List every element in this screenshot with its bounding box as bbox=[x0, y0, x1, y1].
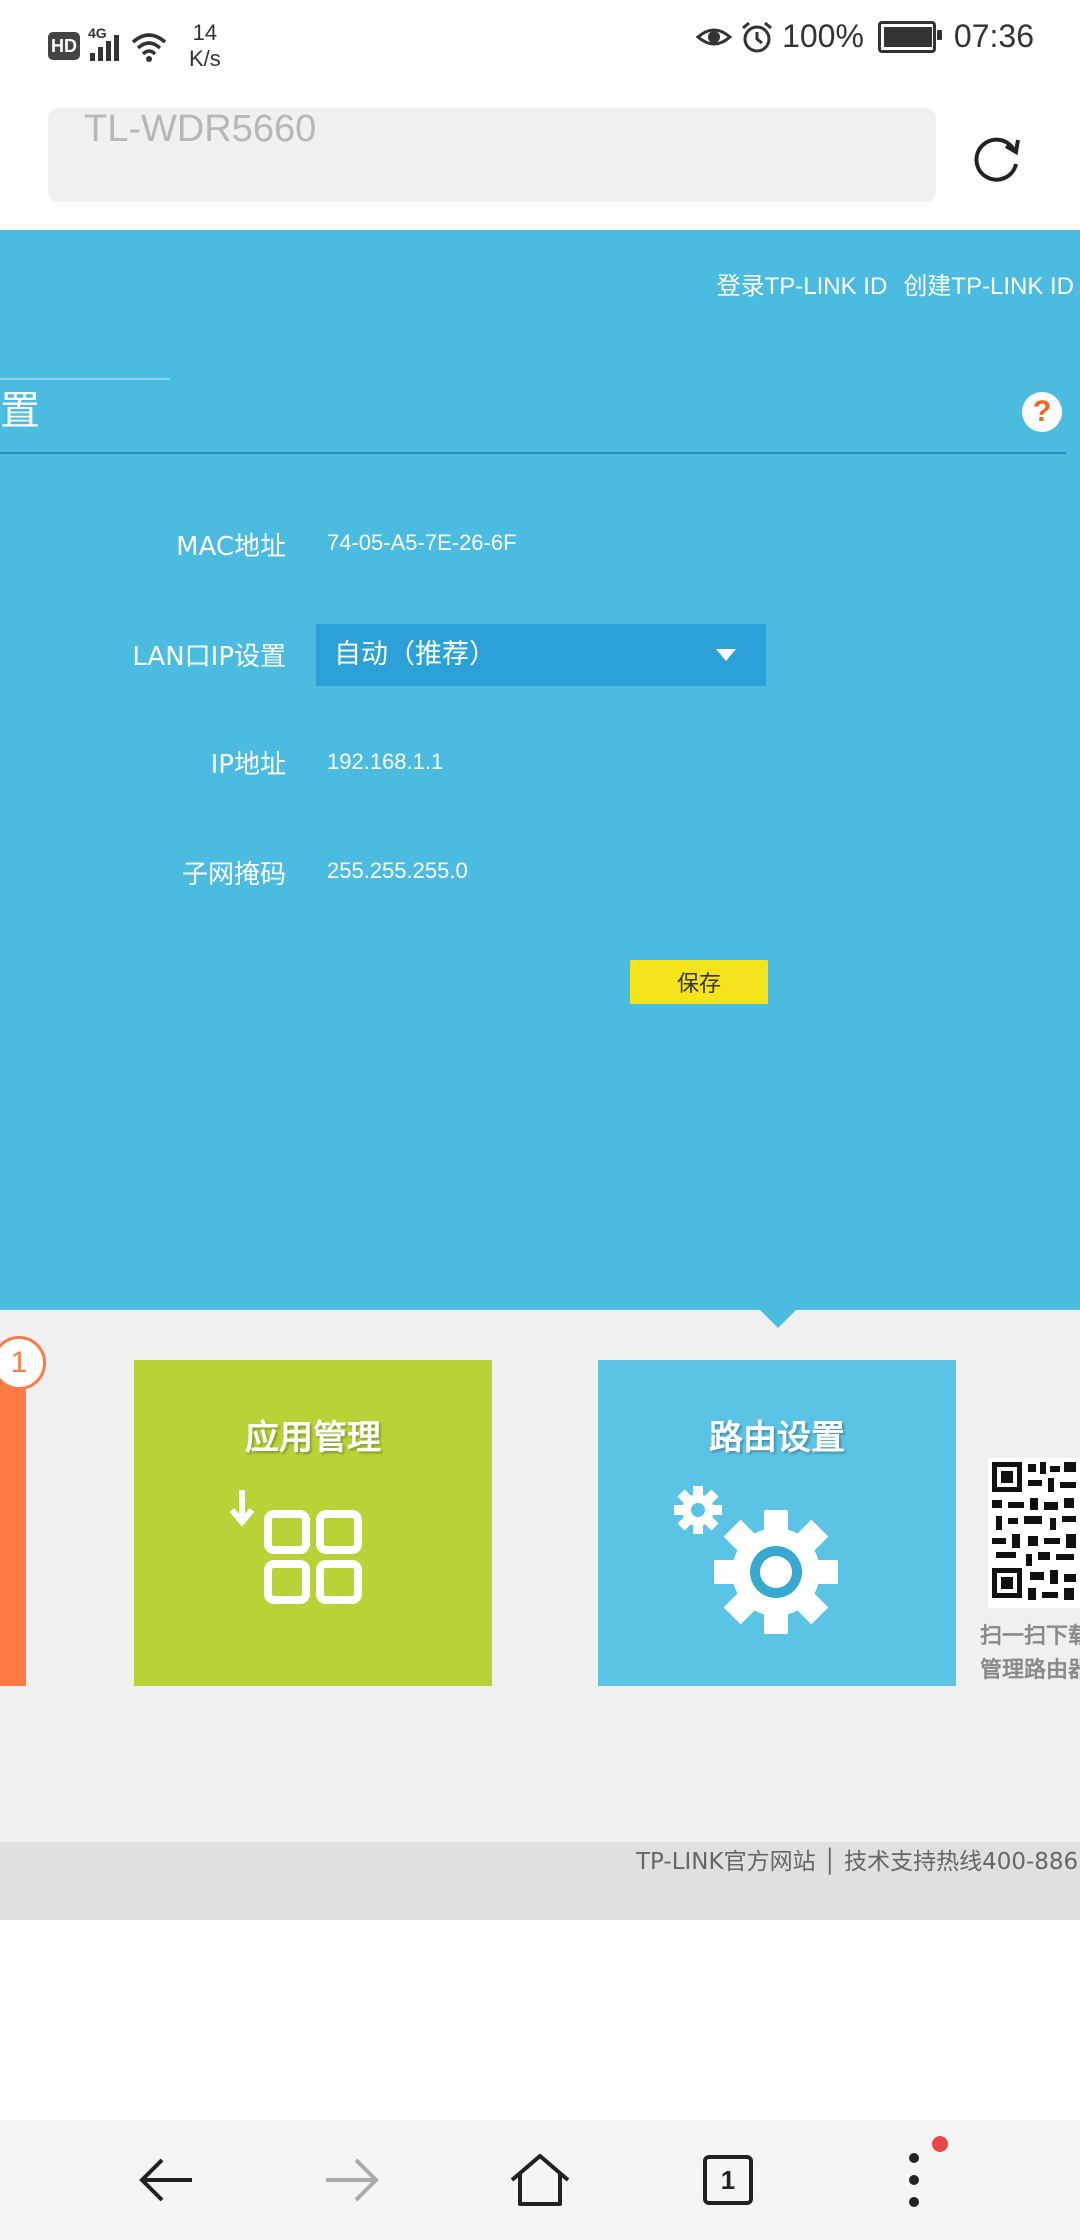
tabs-button[interactable]: 1 bbox=[678, 2130, 778, 2230]
network-speed: 14 K/s bbox=[189, 20, 221, 71]
url-text[interactable]: TL-WDR5660 bbox=[84, 108, 316, 202]
login-link[interactable]: 登录TP-LINK ID bbox=[717, 266, 888, 301]
lan-ip-select[interactable]: 自动（推荐） bbox=[316, 624, 766, 686]
tile-router-settings[interactable]: 路由设置 bbox=[598, 1360, 956, 1686]
eye-comfort-icon bbox=[696, 28, 733, 45]
hd-icon: HD bbox=[48, 32, 80, 60]
chevron-down-icon bbox=[716, 649, 736, 661]
back-button[interactable] bbox=[116, 2130, 216, 2230]
qr-caption: 扫一扫下载 管理路由器 bbox=[980, 1624, 1080, 1683]
arrow-left-icon bbox=[139, 2158, 192, 2202]
gear-icon bbox=[674, 1486, 838, 1634]
title-divider bbox=[0, 452, 1066, 454]
forward-button[interactable] bbox=[302, 2130, 402, 2230]
panel-pointer bbox=[760, 1310, 796, 1328]
reload-icon[interactable] bbox=[966, 128, 1026, 188]
battery-icon bbox=[877, 20, 942, 53]
status-right: 100% 07:36 bbox=[696, 18, 1034, 55]
mac-label: MAC地址 bbox=[176, 532, 286, 562]
home-icon bbox=[510, 2154, 570, 2206]
tile-router-title: 路由设置 bbox=[709, 1418, 845, 1458]
ip-label: IP地址 bbox=[210, 750, 286, 780]
mac-value: 74-05-A5-7E-26-6F bbox=[327, 530, 517, 555]
tile-app-management[interactable]: 应用管理 bbox=[134, 1360, 492, 1686]
status-left: HD 4G 14 K/s bbox=[48, 20, 221, 72]
cell-signal-icon: 4G bbox=[88, 25, 119, 61]
arrow-right-icon bbox=[326, 2158, 379, 2202]
subnet-mask-label: 子网掩码 bbox=[181, 860, 286, 890]
page-title: 置 bbox=[0, 388, 40, 434]
footer-links[interactable]: TP-LINK官方网站 │ 技术支持热线400-8863-400 bbox=[636, 1842, 1080, 1920]
account-links: 登录TP-LINK ID 创建TP-LINK ID bbox=[717, 266, 1074, 301]
network-type: 4G bbox=[88, 25, 107, 41]
menu-notification-dot bbox=[932, 2136, 948, 2152]
app-grid-icon bbox=[229, 1490, 362, 1604]
clock: 07:36 bbox=[953, 18, 1034, 54]
create-id-link[interactable]: 创建TP-LINK ID bbox=[903, 266, 1074, 301]
subnet-mask-value: 255.255.255.0 bbox=[327, 858, 468, 883]
battery-percent: 100% bbox=[782, 18, 864, 54]
save-button[interactable]: 保存 bbox=[630, 960, 768, 1004]
tile-app-title: 应用管理 bbox=[245, 1418, 381, 1458]
tab-count: 1 bbox=[703, 2155, 753, 2205]
qr-code bbox=[988, 1458, 1080, 1608]
alarm-icon bbox=[742, 21, 773, 52]
hd-label: HD bbox=[51, 35, 77, 56]
home-button[interactable] bbox=[490, 2130, 590, 2230]
more-vertical-icon bbox=[909, 2153, 919, 2207]
lan-ip-label: LAN口IP设置 bbox=[132, 642, 286, 672]
menu-button[interactable] bbox=[864, 2130, 964, 2230]
tile-partial[interactable] bbox=[0, 1360, 26, 1686]
wifi-icon bbox=[131, 33, 167, 62]
help-icon[interactable]: ? bbox=[1022, 392, 1062, 432]
ip-value: 192.168.1.1 bbox=[327, 749, 444, 774]
